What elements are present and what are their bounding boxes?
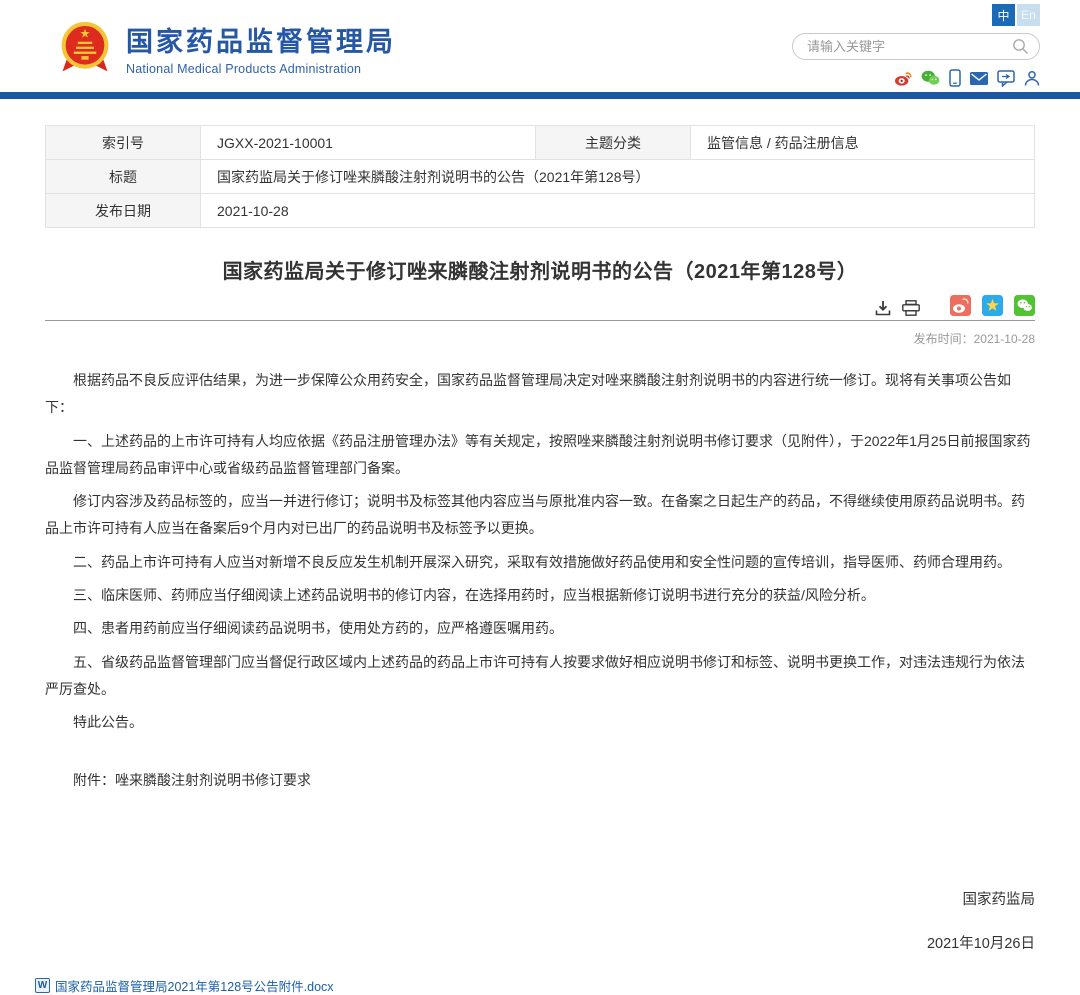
publish-time: 发布时间：2021-10-28 (45, 321, 1035, 349)
page: 国家药品监督管理局 National Medical Products Admi… (0, 0, 1080, 849)
org-names: 国家药品监督管理局 National Medical Products Admi… (126, 20, 396, 76)
wechat-icon[interactable] (921, 70, 940, 86)
user-icon[interactable] (1024, 70, 1040, 86)
article-paragraph: 五、省级药品监督管理部门应当督促行政区域内上述药品的药品上市许可持有人按要求做好… (45, 649, 1035, 704)
search-icon[interactable] (1012, 38, 1029, 55)
share-weibo-icon[interactable] (950, 295, 971, 316)
feedback-icon[interactable] (997, 70, 1015, 87)
article-paragraph: 一、上述药品的上市许可持有人均应依据《药品注册管理办法》等有关规定，按照唑来膦酸… (45, 428, 1035, 483)
footer-attachment: W 国家药品监督管理局2021年第128号公告附件.docx (35, 976, 1035, 995)
search-input[interactable] (807, 39, 1012, 54)
article-paragraph: 修订内容涉及药品标签的，应当一并进行修订；说明书及标签其他内容应当与原批准内容一… (45, 488, 1035, 543)
attachment-link[interactable]: 国家药品监督管理局2021年第128号公告附件.docx (55, 976, 334, 995)
share-qzone-icon[interactable] (982, 295, 1003, 316)
article-title: 国家药监局关于修订唑来膦酸注射剂说明书的公告（2021年第128号） (45, 255, 1035, 284)
attachment-line: 附件：唑来膦酸注射剂说明书修订要求 (45, 767, 1035, 794)
meta-value-title: 国家药监局关于修订唑来膦酸注射剂说明书的公告（2021年第128号） (201, 160, 1035, 194)
meta-value-date: 2021-10-28 (201, 194, 1035, 228)
meta-value-index: JGXX-2021-10001 (201, 126, 536, 160)
download-icon[interactable] (875, 300, 891, 316)
social-icon-row (894, 69, 1040, 87)
header-tools: 中 En (792, 0, 1040, 92)
meta-label-index: 索引号 (46, 126, 201, 160)
signature-org: 国家药监局 (45, 886, 1035, 914)
table-row: 索引号 JGXX-2021-10001 主题分类 监管信息 / 药品注册信息 (46, 126, 1035, 160)
mail-icon[interactable] (970, 72, 988, 85)
meta-label-date: 发布日期 (46, 194, 201, 228)
lang-en-button[interactable]: En (1017, 4, 1040, 26)
site-header: 国家药品监督管理局 National Medical Products Admi… (0, 0, 1080, 92)
language-toggle: 中 En (992, 4, 1040, 26)
search-box (792, 33, 1040, 60)
signature-date: 2021年10月26日 (45, 930, 1035, 958)
meta-value-topic: 监管信息 / 药品注册信息 (691, 126, 1035, 160)
article-paragraph: 三、临床医师、药师应当仔细阅读上述药品说明书的修订内容，在选择用药时，应当根据新… (45, 582, 1035, 609)
article-body: 根据药品不良反应评估结果，为进一步保障公众用药安全，国家药品监督管理局决定对唑来… (45, 367, 1035, 958)
weibo-icon[interactable] (894, 70, 912, 86)
word-doc-icon: W (35, 978, 50, 993)
header-branding: 国家药品监督管理局 National Medical Products Admi… (58, 0, 396, 92)
article-paragraph: 二、药品上市许可持有人应当对新增不良反应发生机制开展深入研究，采取有效措施做好药… (45, 549, 1035, 576)
lang-zh-button[interactable]: 中 (992, 4, 1015, 26)
national-emblem-logo (58, 19, 112, 77)
table-row: 标题 国家药监局关于修订唑来膦酸注射剂说明书的公告（2021年第128号） (46, 160, 1035, 194)
article-toolbar (45, 296, 1035, 318)
table-row: 发布日期 2021-10-28 (46, 194, 1035, 228)
meta-label-topic: 主题分类 (536, 126, 691, 160)
org-name-cn: 国家药品监督管理局 (126, 20, 396, 59)
meta-label-title: 标题 (46, 160, 201, 194)
mobile-icon[interactable] (949, 69, 961, 87)
header-divider-bar (0, 92, 1080, 99)
document-meta-table: 索引号 JGXX-2021-10001 主题分类 监管信息 / 药品注册信息 标… (45, 125, 1035, 228)
print-icon[interactable] (902, 300, 920, 316)
article-paragraph: 四、患者用药前应当仔细阅读药品说明书，使用处方药的，应严格遵医嘱用药。 (45, 615, 1035, 642)
article-paragraph: 特此公告。 (45, 709, 1035, 736)
main-content: 索引号 JGXX-2021-10001 主题分类 监管信息 / 药品注册信息 标… (0, 125, 1080, 995)
org-name-en: National Medical Products Administration (126, 62, 396, 76)
share-wechat-icon[interactable] (1014, 295, 1035, 316)
article-paragraph: 根据药品不良反应评估结果，为进一步保障公众用药安全，国家药品监督管理局决定对唑来… (45, 367, 1035, 422)
signature-block: 国家药监局 2021年10月26日 (45, 886, 1035, 959)
